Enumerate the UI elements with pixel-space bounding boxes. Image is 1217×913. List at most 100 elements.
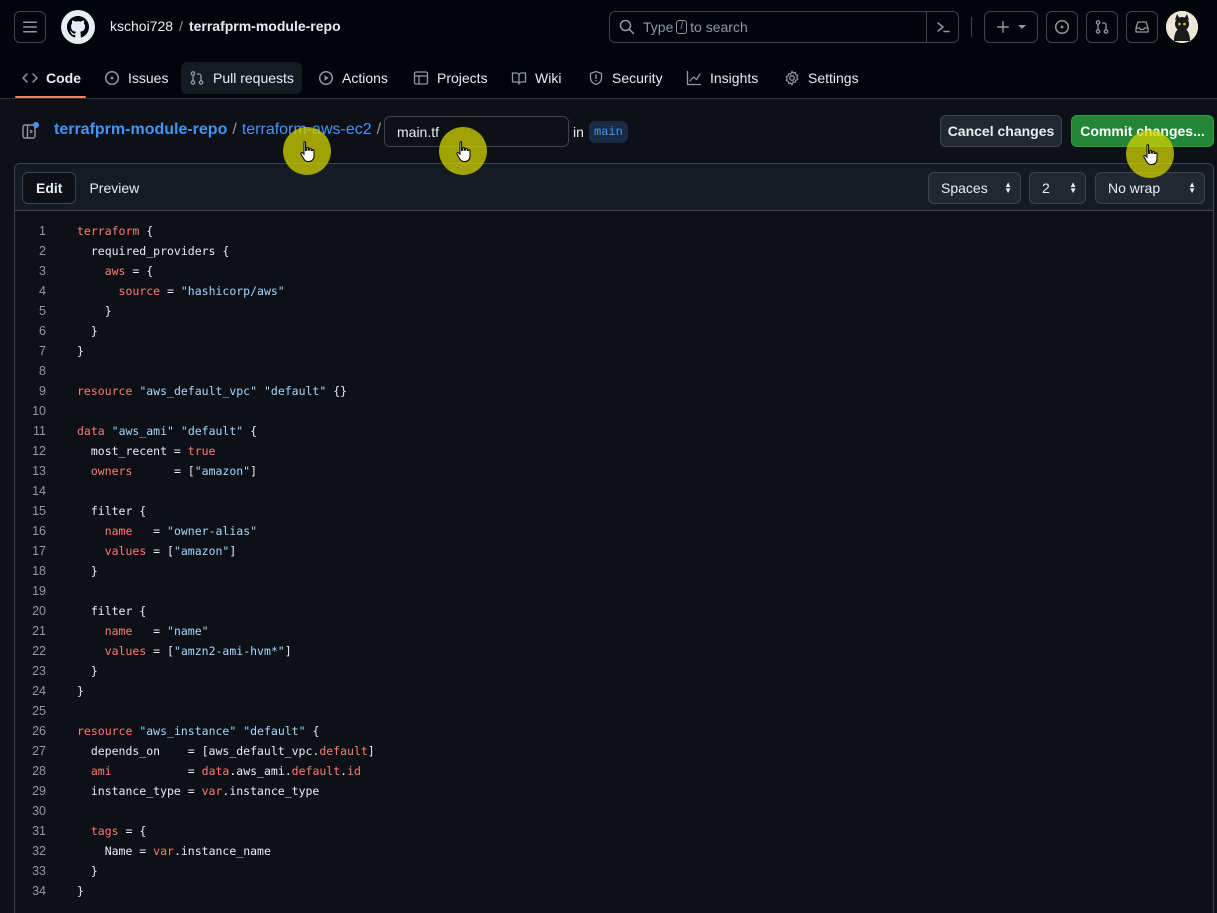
line-content: required_providers { [77, 244, 230, 258]
tab-projects[interactable]: Projects [405, 62, 496, 94]
tab-label: Code [46, 70, 81, 86]
code-line[interactable]: 24} [15, 681, 1213, 701]
breadcrumb-separator: / [179, 18, 183, 34]
code-line[interactable]: 34} [15, 881, 1213, 901]
line-content: resource "aws_instance" "default" { [77, 724, 320, 738]
code-line[interactable]: 13 owners = ["amazon"] [15, 461, 1213, 481]
tab-code[interactable]: Code [14, 62, 89, 94]
tab-settings[interactable]: Settings [776, 62, 867, 94]
code-line[interactable]: 21 name = "name" [15, 621, 1213, 641]
avatar-image-icon [1166, 11, 1198, 43]
code-line[interactable]: 2 required_providers { [15, 241, 1213, 261]
code-line[interactable]: 10 [15, 401, 1213, 421]
code-line[interactable]: 6 } [15, 321, 1213, 341]
line-number: 34 [32, 884, 46, 898]
breadcrumb-separator: / [232, 121, 237, 138]
tab-actions[interactable]: Actions [310, 62, 396, 94]
github-logo-icon[interactable] [61, 10, 95, 44]
issue-icon [1054, 19, 1070, 35]
code-line[interactable]: 15 filter { [15, 501, 1213, 521]
repo-link[interactable]: terrafprm-module-repo [189, 18, 341, 34]
code-line[interactable]: 17 values = ["amazon"] [15, 541, 1213, 561]
line-content: aws = { [104, 264, 154, 278]
code-line[interactable]: 1 terraform { [15, 221, 1213, 241]
line-number: 33 [32, 864, 46, 878]
code-line[interactable]: 29 instance_type = var.instance_type [15, 781, 1213, 801]
code-line[interactable]: 8 [15, 361, 1213, 381]
code-line[interactable]: 27 depends_on = [aws_default_vpc.default… [15, 741, 1213, 761]
code-line[interactable]: 28 ami = data.aws_ami.default.id [15, 761, 1213, 781]
line-content: terraform { [77, 224, 154, 238]
line-content: } [77, 684, 84, 698]
tab-edit[interactable]: Edit [22, 172, 77, 204]
tab-wiki[interactable]: Wiki [503, 62, 569, 94]
code-line[interactable]: 7} [15, 341, 1213, 361]
code-line[interactable]: 25 [15, 701, 1213, 721]
repo-nav: Code Issues Pull requests Actions Projec… [0, 54, 1217, 99]
code-editor-panel: Edit Preview Spaces ▲ ▼ 2 ▲ ▼ No wrap ▲ ▼ 1… [14, 163, 1214, 913]
code-line[interactable]: 11 data "aws_ami" "default" { [15, 421, 1213, 441]
search-placeholder-prefix: Type [643, 19, 674, 35]
indent-mode-select[interactable]: Spaces ▲ ▼ [928, 172, 1021, 204]
line-content: } [77, 884, 84, 898]
menu-button[interactable] [14, 11, 46, 43]
file-tree-toggle-button[interactable] [21, 121, 41, 141]
line-content: name = "owner-alias" [104, 524, 258, 538]
tab-security[interactable]: Security [580, 62, 671, 94]
cancel-changes-button[interactable]: Cancel changes [940, 115, 1062, 147]
code-line[interactable]: 5 } [15, 301, 1213, 321]
avatar[interactable] [1166, 11, 1198, 43]
code-line[interactable]: 3 aws = { [15, 261, 1213, 281]
line-content: values = ["amzn2-ami-hvm*"] [104, 644, 292, 658]
tab-label: Settings [808, 70, 859, 86]
line-number: 17 [32, 544, 46, 558]
inbox-button[interactable] [1126, 11, 1158, 43]
tab-pull-requests[interactable]: Pull requests [181, 62, 302, 94]
pull-requests-button[interactable] [1086, 11, 1118, 43]
tab-insights[interactable]: Insights [678, 62, 766, 94]
search-input[interactable]: Type / to search [609, 11, 959, 43]
line-number: 8 [39, 364, 46, 378]
indent-size-select[interactable]: 2 ▲ ▼ [1029, 172, 1086, 204]
code-line[interactable]: 16 name = "owner-alias" [15, 521, 1213, 541]
code-line[interactable]: 32 Name = var.instance_name [15, 841, 1213, 861]
code-area[interactable]: 1 terraform {2 required_providers {3 aws … [15, 221, 1213, 901]
edit-preview-toggle: Edit Preview [22, 172, 152, 204]
owner-link[interactable]: kschoi728 [110, 18, 173, 34]
inbox-icon [1135, 21, 1149, 33]
code-line[interactable]: 30 [15, 801, 1213, 821]
code-line[interactable]: 19 [15, 581, 1213, 601]
line-number: 23 [32, 664, 46, 678]
create-new-button[interactable] [984, 11, 1038, 43]
code-line[interactable]: 12 most_recent = true [15, 441, 1213, 461]
hand-cursor-icon [1143, 144, 1158, 165]
code-line[interactable]: 22 values = ["amzn2-ami-hvm*"] [15, 641, 1213, 661]
code-line[interactable]: 14 [15, 481, 1213, 501]
indent-mode-value: Spaces [941, 180, 988, 196]
wrap-mode-value: No wrap [1108, 180, 1161, 196]
issues-button[interactable] [1046, 11, 1078, 43]
line-number: 1 [39, 224, 46, 238]
tab-issues[interactable]: Issues [96, 62, 176, 94]
tab-label: Pull requests [213, 70, 294, 86]
line-number: 31 [32, 824, 46, 838]
line-content: depends_on = [aws_default_vpc.default] [77, 744, 375, 758]
line-number: 19 [32, 584, 46, 598]
breadcrumb-repo-link[interactable]: terrafprm-module-repo [54, 121, 227, 139]
code-line[interactable]: 31 tags = { [15, 821, 1213, 841]
code-line[interactable]: 4 source = "hashicorp/aws" [15, 281, 1213, 301]
command-palette-button[interactable] [926, 12, 958, 42]
line-number: 27 [32, 744, 46, 758]
line-content: } [77, 324, 98, 338]
code-line[interactable]: 33 } [15, 861, 1213, 881]
line-number: 3 [39, 264, 46, 278]
tab-preview[interactable]: Preview [76, 172, 152, 204]
editor-toolbar: Edit Preview Spaces ▲ ▼ 2 ▲ ▼ No wrap ▲ ▼ [15, 164, 1213, 211]
code-line[interactable]: 18 } [15, 561, 1213, 581]
code-line[interactable]: 20 filter { [15, 601, 1213, 621]
code-line[interactable]: 23 } [15, 661, 1213, 681]
line-content: filter { [77, 604, 147, 618]
code-line[interactable]: 9 resource "aws_default_vpc" "default" {} [15, 381, 1213, 401]
search-icon [619, 19, 635, 35]
code-line[interactable]: 26 resource "aws_instance" "default" { [15, 721, 1213, 741]
